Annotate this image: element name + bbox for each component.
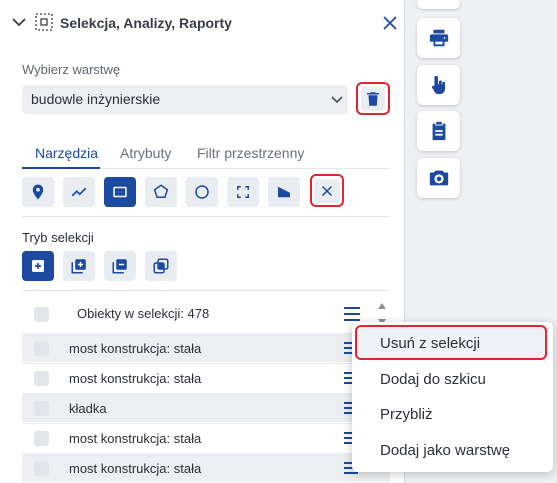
add-to-selection-icon	[71, 259, 86, 274]
menu-item-add-to-sketch[interactable]: Dodaj do szkicu	[352, 362, 553, 397]
row-checkbox[interactable]	[34, 341, 49, 356]
panel-header: Selekcja, Analizy, Raporty	[0, 0, 405, 46]
tool-freehand-shape[interactable]	[268, 177, 300, 207]
row-checkbox[interactable]	[34, 371, 49, 386]
mode-new-selection[interactable]	[22, 251, 54, 281]
touch-button[interactable]	[417, 65, 460, 105]
polyline-icon	[71, 187, 87, 197]
table-row[interactable]: most konstrukcja: stała	[22, 333, 390, 362]
rail-button-top[interactable]	[417, 0, 460, 9]
panel-title: Selekcja, Analizy, Raporty	[60, 15, 232, 31]
row-checkbox[interactable]	[34, 461, 49, 476]
row-label: most konstrukcja: stała	[69, 371, 202, 386]
tool-rectangle[interactable]	[104, 177, 136, 207]
section-divider	[22, 290, 390, 291]
trash-icon	[367, 91, 379, 106]
close-icon[interactable]	[383, 16, 397, 30]
flag-shape-icon	[278, 186, 290, 198]
intersect-selection-icon	[153, 258, 169, 274]
tool-extent[interactable]	[227, 177, 259, 207]
selection-tool-icon	[35, 13, 53, 31]
mode-remove-from-selection[interactable]	[104, 251, 136, 281]
tool-circle[interactable]	[186, 177, 218, 207]
camera-icon	[429, 170, 448, 186]
tab-narzedzia[interactable]: Narzędzia	[35, 145, 98, 161]
menu-item-label: Przybliż	[380, 406, 433, 423]
collapse-chevron-icon[interactable]	[12, 17, 26, 27]
chevron-down-icon	[331, 96, 343, 104]
tool-polygon[interactable]	[145, 177, 177, 207]
menu-item-label: Usuń z selekcji	[380, 335, 481, 352]
row-label: kładka	[69, 401, 107, 416]
print-icon	[429, 29, 448, 47]
menu-item-remove-from-selection[interactable]: Usuń z selekcji	[355, 325, 547, 360]
circle-icon	[195, 185, 209, 199]
layer-select-value: budowle inżynierskie	[31, 91, 161, 107]
menu-item-label: Dodaj do szkicu	[380, 371, 486, 388]
clipboard-icon	[432, 121, 445, 141]
section-divider	[22, 216, 390, 217]
menu-item-add-as-layer[interactable]: Dodaj jako warstwę	[352, 433, 553, 468]
remove-from-selection-icon	[112, 259, 127, 274]
selection-mode-label: Tryb selekcji	[22, 230, 94, 245]
selection-list-header: Obiekty w selekcji: 478	[22, 297, 390, 331]
active-tab-indicator	[22, 167, 100, 169]
layer-select[interactable]: budowle inżynierskie	[22, 85, 348, 114]
tab-filtr-przestrzenny[interactable]: Filtr przestrzenny	[197, 145, 304, 161]
mode-intersect-selection[interactable]	[145, 251, 177, 281]
print-button[interactable]	[417, 18, 460, 58]
rectangle-icon	[113, 186, 127, 198]
table-row[interactable]: most konstrukcja: stała	[22, 453, 390, 482]
menu-icon[interactable]	[344, 307, 360, 321]
row-checkbox[interactable]	[34, 431, 49, 446]
mode-add-to-selection[interactable]	[63, 251, 95, 281]
clipboard-button[interactable]	[417, 111, 460, 151]
clear-tool-button[interactable]	[310, 174, 344, 207]
extent-icon	[237, 186, 249, 198]
tab-atrybuty[interactable]: Atrybuty	[120, 145, 171, 161]
row-label: most konstrukcja: stała	[69, 341, 202, 356]
table-row[interactable]: most konstrukcja: stała	[22, 423, 390, 452]
table-row[interactable]: kładka	[22, 393, 390, 422]
polygon-icon	[153, 184, 169, 198]
map-pin-icon	[32, 184, 44, 200]
table-row[interactable]: most konstrukcja: stała	[22, 363, 390, 392]
menu-item-label: Dodaj jako warstwę	[380, 442, 511, 459]
tool-point[interactable]	[22, 177, 54, 207]
layer-label: Wybierz warstwę	[22, 62, 121, 77]
touch-icon	[431, 75, 445, 95]
row-label: most konstrukcja: stała	[69, 431, 202, 446]
row-context-menu: Usuń z selekcji Dodaj do szkicu Przybliż…	[352, 322, 553, 472]
new-selection-icon	[32, 260, 44, 272]
delete-layer-button[interactable]	[356, 82, 390, 115]
selection-count: Obiekty w selekcji: 478	[77, 306, 210, 321]
selection-panel: Selekcja, Analizy, Raporty Wybierz warst…	[0, 0, 405, 483]
select-all-checkbox[interactable]	[34, 307, 49, 322]
tool-polyline[interactable]	[63, 177, 95, 207]
row-label: most konstrukcja: stała	[69, 461, 202, 476]
row-checkbox[interactable]	[34, 401, 49, 416]
menu-item-zoom-to[interactable]: Przybliż	[352, 397, 553, 432]
camera-button[interactable]	[417, 158, 460, 198]
clear-x-icon	[321, 185, 333, 196]
